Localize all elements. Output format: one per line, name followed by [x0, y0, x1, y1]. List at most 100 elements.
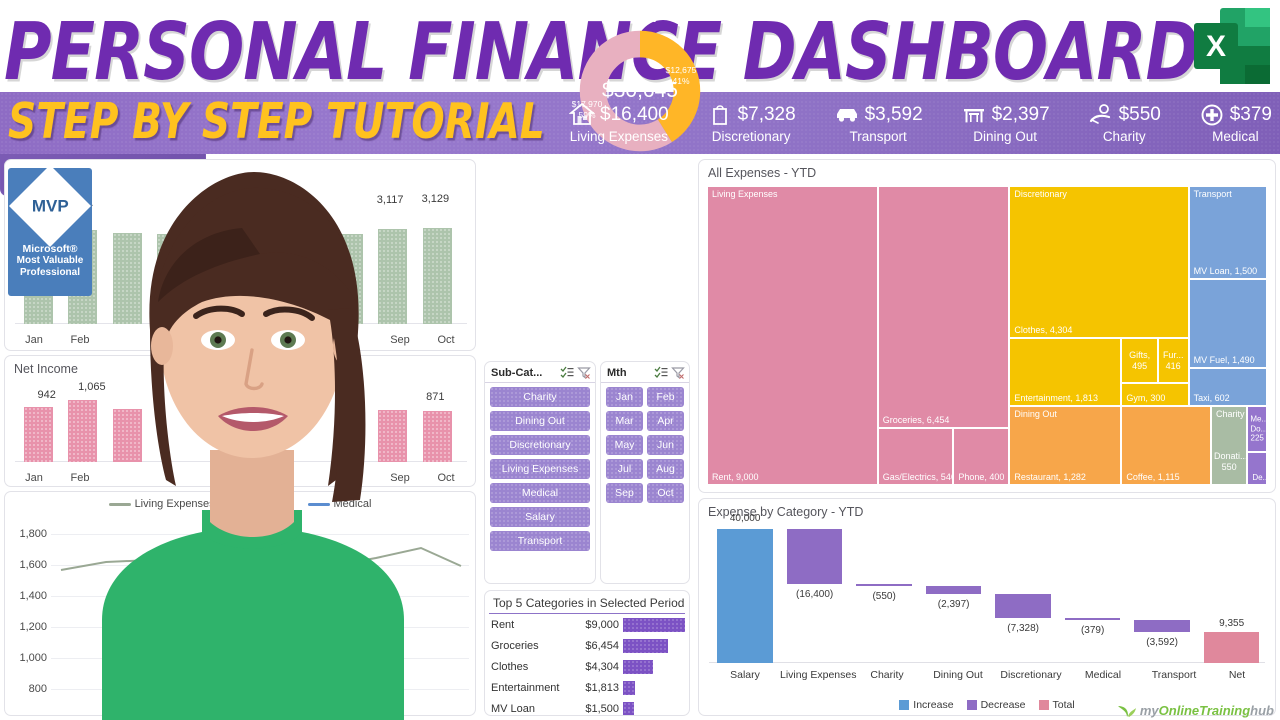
kpi-card-charity: $550 Charity — [1088, 102, 1161, 144]
slicer-item[interactable]: Salary — [490, 507, 590, 527]
slicer-item[interactable]: Jun — [647, 435, 684, 455]
treemap-tile-medical-dental[interactable]: De... — [1247, 452, 1267, 485]
waterfall-bar-salary[interactable] — [717, 529, 773, 663]
slicer-header: Mth — [601, 362, 689, 383]
sprout-icon — [1117, 706, 1136, 717]
treemap-tile-mv-fuel[interactable]: MV Fuel, 1,490 — [1188, 278, 1267, 369]
multi-select-icon[interactable] — [560, 366, 574, 379]
bar — [156, 234, 186, 324]
slicer-item[interactable]: Apr — [647, 411, 684, 431]
slicer-item[interactable]: Jan — [606, 387, 643, 407]
kpi-value: $16,400 — [600, 103, 669, 125]
bar — [112, 408, 142, 462]
kpi-value: $550 — [1118, 103, 1161, 125]
treemap-tile-restaurant[interactable]: Dining Out Restaurant, 1,282 — [1009, 405, 1122, 485]
x-tick-label: Sep — [390, 334, 410, 346]
legend-item-medical[interactable]: Medical — [307, 498, 372, 510]
treemap-tile-gifts[interactable]: Gifts, 495 — [1121, 338, 1158, 384]
treemap-tile-coffee[interactable]: Coffee, 1,115 — [1121, 405, 1211, 485]
slicer-item[interactable]: Jul — [606, 459, 643, 479]
net-income-chart[interactable]: Net Income 942 1,065 871 Jan Feb Sep Oct — [4, 355, 476, 487]
legend-item-total[interactable]: Total — [1038, 699, 1075, 711]
slicer-item[interactable]: Dining Out — [490, 411, 590, 431]
treemap-tile-clothes[interactable]: Discretionary Clothes, 4,304 — [1009, 186, 1189, 339]
tile-label: De... — [1252, 472, 1267, 482]
bar — [289, 232, 319, 324]
treemap-tile-phone[interactable]: Phone, 400 — [953, 428, 1010, 485]
waterfall-bar-dining-out[interactable] — [925, 585, 982, 594]
treemap-tile-furniture[interactable]: Fur... 416 — [1157, 338, 1189, 384]
expense-by-category-waterfall[interactable]: Expense by Category - YTD 40,000 (16,400… — [698, 498, 1276, 716]
treemap-tile-gym[interactable]: Gym, 300 — [1121, 383, 1189, 406]
slicer-month[interactable]: Mth Jan Feb Mar Apr May Jun Jul Aug Sep … — [600, 361, 690, 584]
tile-label: Donati... 550 — [1214, 451, 1248, 473]
y-tick-label: 1,800 — [19, 528, 47, 540]
waterfall-bar-net[interactable] — [1203, 631, 1260, 663]
treemap-tile-groceries[interactable]: Groceries, 6,454 — [877, 186, 1010, 429]
slicer-item[interactable]: Aug — [647, 459, 684, 479]
tile-label: Restaurant, 1,282 — [1014, 471, 1086, 482]
legend-label: Medical — [333, 498, 372, 510]
legend-item-charity[interactable]: Charity — [230, 498, 292, 510]
waterfall-bar-medical[interactable] — [1064, 618, 1121, 620]
bar — [422, 228, 452, 324]
slicer-item[interactable]: Living Expenses — [490, 459, 590, 479]
tile-group-label: Discretionary — [1014, 189, 1067, 199]
waterfall-bar-living-expenses[interactable] — [786, 529, 843, 584]
treemap-tile-mv-loan[interactable]: Transport MV Loan, 1,500 — [1188, 186, 1267, 279]
treemap-tile-charity-donations[interactable]: Charity Donati... 550 — [1211, 405, 1248, 485]
multi-select-icon[interactable] — [654, 366, 668, 379]
x-tick-label: Jan — [25, 472, 43, 484]
bar-value-label: 9,355 — [1219, 617, 1245, 629]
slicer-item[interactable]: Oct — [647, 483, 684, 503]
kpi-card-transport: $3,592 Transport — [834, 102, 923, 144]
legend-item-decrease[interactable]: Decrease — [966, 699, 1026, 711]
slicer-subcategory[interactable]: Sub-Cat... Charity Dining Out Discretion… — [484, 361, 596, 584]
clear-filter-icon[interactable] — [671, 366, 685, 379]
waterfall-bar-charity[interactable] — [856, 583, 912, 586]
brand-text: myOnlineTraininghub — [1140, 703, 1274, 718]
bar — [623, 638, 668, 653]
slicer-item[interactable]: Charity — [490, 387, 590, 407]
legend-swatch — [899, 700, 910, 710]
expense-trend-chart[interactable]: Living Expenses Charity Medical 1,800 1,… — [4, 491, 476, 716]
tile-label: Gym, 300 — [1126, 392, 1166, 403]
all-expenses-treemap[interactable]: All Expenses - YTD Living Expenses Rent,… — [698, 159, 1276, 493]
list-item[interactable]: Clothes $4,304 — [485, 656, 689, 677]
list-item[interactable]: MV Loan $1,500 — [485, 698, 689, 715]
list-item[interactable]: Groceries $6,454 — [485, 635, 689, 656]
svg-text:X: X — [1206, 30, 1226, 63]
x-tick-label: Oct — [437, 472, 455, 484]
slicer-item[interactable]: Transport — [490, 531, 590, 551]
legend-item-living-expenses[interactable]: Living Expenses — [108, 498, 215, 510]
legend-item-increase[interactable]: Increase — [899, 699, 954, 711]
bar-value-label: (2,397) — [937, 598, 970, 610]
slicer-item[interactable]: Feb — [647, 387, 684, 407]
slicer-item[interactable]: Discretionary — [490, 435, 590, 455]
category-name: Groceries — [491, 639, 539, 652]
kpi-label: Living Expenses — [569, 129, 668, 145]
treemap-tile-taxi[interactable]: Taxi, 602 — [1188, 368, 1267, 406]
bar-track — [623, 638, 685, 653]
waterfall-bar-discretionary[interactable] — [995, 593, 1051, 619]
x-tick-label: Discretionary — [1000, 669, 1062, 681]
tile-label: Taxi, 602 — [1193, 392, 1230, 403]
treemap-tile-medical-doctor[interactable]: Me... Do... 225 — [1247, 405, 1267, 453]
slicer-item[interactable]: Sep — [606, 483, 643, 503]
treemap-tile-gas-electrics[interactable]: Gas/Electrics, 546 — [877, 428, 954, 485]
slicer-item[interactable]: Medical — [490, 483, 590, 503]
treemap-tile-rent[interactable]: Living Expenses Rent, 9,000 — [707, 186, 878, 485]
slicer-item[interactable]: May — [606, 435, 643, 455]
category-name: Rent — [491, 618, 515, 631]
top5-categories-panel[interactable]: Top 5 Categories in Selected Period Rent… — [484, 590, 690, 716]
list-item[interactable]: Entertainment $1,813 — [485, 677, 689, 698]
waterfall-bar-transport[interactable] — [1134, 619, 1190, 632]
legend-swatch — [966, 700, 977, 710]
list-item[interactable]: Rent $9,000 — [485, 614, 689, 635]
slicer-item[interactable]: Mar — [606, 411, 643, 431]
legend-label: Increase — [913, 699, 954, 711]
treemap-tile-entertainment[interactable]: Entertainment, 1,813 — [1009, 338, 1122, 406]
chart-title: Net Income — [14, 362, 78, 376]
clear-filter-icon[interactable] — [577, 366, 591, 379]
x-tick-label: Net — [1228, 669, 1246, 681]
